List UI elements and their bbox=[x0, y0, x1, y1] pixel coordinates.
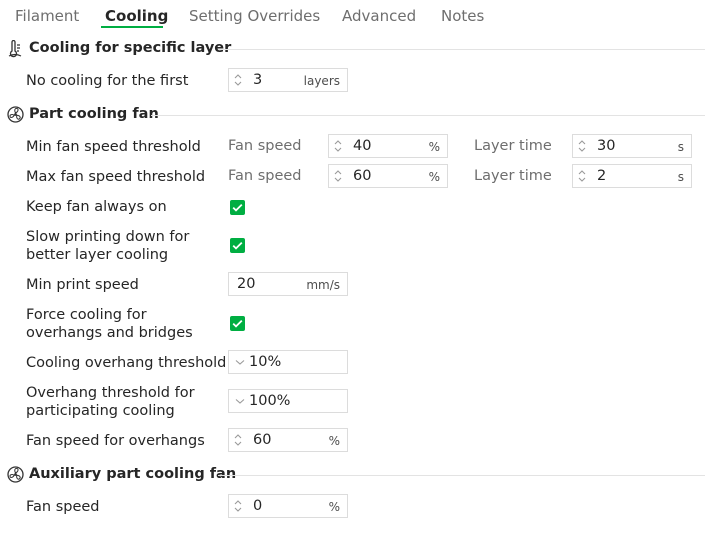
chevron-down-icon[interactable] bbox=[235, 359, 245, 366]
overhang-fan-speed-label: Fan speed for overhangs bbox=[26, 433, 205, 449]
overhang-threshold-value: 10% bbox=[249, 354, 282, 370]
overhang-fan-speed-value: 60 bbox=[253, 432, 272, 448]
slow-down-checkbox[interactable] bbox=[230, 238, 245, 253]
spinner-arrows-icon[interactable] bbox=[232, 497, 244, 515]
no-cooling-layers-spinner[interactable]: 3 layers bbox=[228, 68, 348, 92]
overhang-threshold-label: Cooling overhang threshold bbox=[26, 355, 227, 371]
max-fan-speed-unit: % bbox=[428, 170, 440, 184]
spinner-arrows-icon[interactable] bbox=[332, 137, 344, 155]
force-cooling-checkbox[interactable] bbox=[230, 316, 245, 331]
spinner-arrows-icon[interactable] bbox=[232, 71, 244, 89]
spinner-arrows-icon[interactable] bbox=[332, 167, 344, 185]
max-fan-threshold-label: Max fan speed threshold bbox=[26, 169, 206, 185]
min-print-speed-input[interactable]: 20 mm/s bbox=[228, 272, 348, 296]
keep-fan-on-checkbox[interactable] bbox=[230, 200, 245, 215]
tab-filament[interactable]: Filament bbox=[15, 7, 79, 25]
participating-cooling-combo[interactable]: 100% bbox=[228, 389, 348, 413]
check-icon bbox=[232, 241, 243, 250]
max-fan-speed-sublabel: Fan speed bbox=[228, 168, 302, 184]
min-layer-time-value: 30 bbox=[597, 138, 616, 154]
spinner-arrows-icon[interactable] bbox=[232, 431, 244, 449]
min-fan-speed-sublabel: Fan speed bbox=[228, 138, 302, 154]
section-title-part-fan: Part cooling fan bbox=[29, 106, 159, 122]
slow-down-label: Slow printing down for better layer cool… bbox=[26, 229, 190, 263]
no-cooling-label: No cooling for the first bbox=[26, 73, 189, 89]
overhang-fan-speed-unit: % bbox=[328, 434, 340, 448]
min-layer-time-spinner[interactable]: 30 s bbox=[572, 134, 692, 158]
fan-icon bbox=[7, 106, 24, 127]
section-title-aux-fan: Auxiliary part cooling fan bbox=[29, 466, 237, 482]
max-fan-speed-value: 60 bbox=[353, 168, 372, 184]
max-layer-time-unit: s bbox=[677, 170, 684, 184]
min-layer-time-unit: s bbox=[677, 140, 684, 154]
spinner-arrows-icon[interactable] bbox=[576, 137, 588, 155]
aux-fan-speed-unit: % bbox=[328, 500, 340, 514]
tab-advanced[interactable]: Advanced bbox=[342, 7, 416, 25]
min-layer-time-sublabel: Layer time bbox=[474, 138, 552, 154]
min-print-speed-value: 20 bbox=[237, 276, 256, 292]
no-cooling-value: 3 bbox=[253, 72, 263, 88]
section-divider bbox=[218, 475, 705, 476]
min-fan-speed-unit: % bbox=[428, 140, 440, 154]
overhang-fan-speed-spinner[interactable]: 60 % bbox=[228, 428, 348, 452]
spinner-arrows-icon[interactable] bbox=[576, 167, 588, 185]
max-fan-speed-spinner[interactable]: 60 % bbox=[328, 164, 448, 188]
active-tab-indicator bbox=[101, 26, 163, 28]
check-icon bbox=[232, 203, 243, 212]
section-divider bbox=[218, 49, 705, 50]
tab-cooling[interactable]: Cooling bbox=[105, 7, 168, 25]
tab-notes[interactable]: Notes bbox=[441, 7, 484, 25]
tab-bar: Filament Cooling Setting Overrides Advan… bbox=[0, 0, 705, 32]
overhang-threshold-combo[interactable]: 10% bbox=[228, 350, 348, 374]
keep-fan-on-label: Keep fan always on bbox=[26, 199, 167, 215]
min-print-speed-unit: mm/s bbox=[306, 278, 340, 292]
thermometer-fan-icon bbox=[7, 39, 23, 62]
check-icon bbox=[232, 319, 243, 328]
min-print-speed-label: Min print speed bbox=[26, 277, 139, 293]
min-fan-speed-spinner[interactable]: 40 % bbox=[328, 134, 448, 158]
aux-fan-speed-label: Fan speed bbox=[26, 499, 100, 515]
force-cooling-label: Force cooling for overhangs and bridges bbox=[26, 307, 193, 341]
max-layer-time-sublabel: Layer time bbox=[474, 168, 552, 184]
max-layer-time-spinner[interactable]: 2 s bbox=[572, 164, 692, 188]
section-divider bbox=[151, 115, 705, 116]
min-fan-threshold-label: Min fan speed threshold bbox=[26, 139, 201, 155]
participating-cooling-label: Overhang threshold for participating coo… bbox=[26, 385, 195, 419]
fan-icon bbox=[7, 466, 24, 487]
tab-setting-overrides[interactable]: Setting Overrides bbox=[189, 7, 320, 25]
min-fan-speed-value: 40 bbox=[353, 138, 372, 154]
chevron-down-icon[interactable] bbox=[235, 398, 245, 405]
aux-fan-speed-value: 0 bbox=[253, 498, 263, 514]
no-cooling-unit: layers bbox=[303, 74, 340, 88]
max-layer-time-value: 2 bbox=[597, 168, 607, 184]
section-title-specific-layer: Cooling for specific layer bbox=[29, 40, 232, 56]
aux-fan-speed-spinner[interactable]: 0 % bbox=[228, 494, 348, 518]
participating-cooling-value: 100% bbox=[249, 393, 291, 409]
